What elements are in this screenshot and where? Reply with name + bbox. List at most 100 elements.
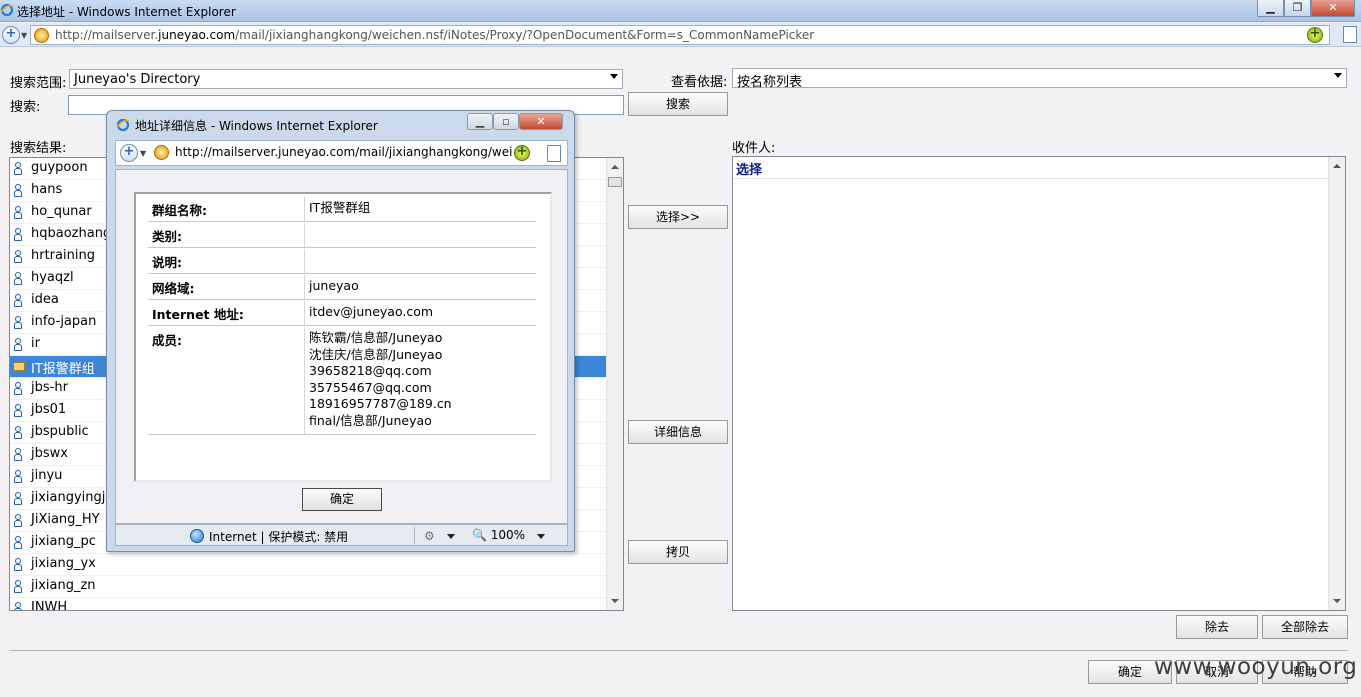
list-item[interactable]: jixiang_zn [10,576,607,598]
scope-label: 搜索范围: [10,76,67,91]
person-icon [14,426,22,439]
history-dropdown-icon[interactable]: ▼ [140,149,146,158]
zoom-level[interactable]: 🔍 100% [472,528,525,542]
site-icon [34,28,49,43]
person-icon [14,404,22,417]
window-title: 选择地址 - Windows Internet Explorer [17,5,236,19]
person-icon [14,470,22,483]
back-arrow-icon: + [5,26,17,41]
remove-all-button[interactable]: 全部除去 [1262,615,1348,639]
divider [9,650,1348,651]
member-item: 35755467@qq.com [309,379,432,395]
site-icon [154,145,169,160]
table-row: 成员: 陈钦霸/信息部/Juneyao 沈佳庆/信息部/Juneyao 3965… [148,327,536,435]
page-icon[interactable] [547,145,561,162]
list-item[interactable]: jixiang_yx [10,554,607,576]
globe-icon [190,529,204,543]
group-icon [13,362,25,371]
view-select[interactable]: 按名称列表 [732,68,1347,90]
recipients-scrollbar[interactable] [1328,157,1345,610]
maximize-button[interactable]: ❐ [1284,0,1311,17]
recipients-label: 收件人: [732,141,776,156]
status-text: Internet | 保护模式: 禁用 [209,530,349,544]
dialog-address-bar[interactable]: + ▼ http://mailserver.juneyao.com/mail/j… [115,140,568,166]
window-titlebar: 选择地址 - Windows Internet Explorer ▁ ❐ ✕ [0,0,1361,22]
compatibility-icon[interactable]: + [1307,26,1323,43]
address-bar: + ▼ http://mailserver.juneyao.com/mail/j… [0,23,1361,47]
table-row: 类别: [148,223,536,248]
scroll-down-icon[interactable] [1333,599,1341,603]
person-icon [14,492,22,505]
member-item: 陈钦霸/信息部/Juneyao [309,330,443,345]
ie-logo-icon [0,3,14,17]
table-row: Internet 地址: itdev@juneyao.com [148,301,536,326]
close-icon: ✕ [1328,1,1338,14]
list-item[interactable]: 选择 [734,158,1330,179]
member-item: 39658218@qq.com [309,363,432,378]
members-list: 陈钦霸/信息部/Juneyao 沈佳庆/信息部/Juneyao 39658218… [309,330,452,429]
scroll-down-icon[interactable] [611,599,619,603]
dialog-content: 群组名称: IT报警群组 类别: 说明: 网络域: juneyao Intern… [115,169,568,524]
view-label: 查看依据: [671,75,728,90]
close-icon: ✕ [536,115,546,128]
back-button[interactable]: + [120,144,138,162]
person-icon [14,250,22,263]
gear-icon[interactable]: ⚙ [424,529,435,543]
results-scrollbar[interactable] [606,158,623,610]
dialog-title: 地址详细信息 - Windows Internet Explorer [135,119,378,133]
ie-logo-icon [116,118,130,132]
close-button[interactable]: ✕ [1311,0,1355,17]
person-icon [14,162,22,175]
url-text[interactable]: http://mailserver.juneyao.com/mail/jixia… [55,28,814,42]
maximize-icon: ❐ [1292,1,1303,14]
person-icon [14,228,22,241]
search-label: 搜索: [10,100,41,115]
minimize-button[interactable]: ▁ [1257,0,1284,17]
scope-select[interactable]: Juneyao's Directory [69,69,623,89]
person-icon [14,316,22,329]
scroll-up-icon[interactable] [1333,164,1341,168]
person-icon [14,206,22,219]
member-item: 18916957787@189.cn [309,396,452,411]
table-row: 群组名称: IT报警群组 [148,197,536,222]
results-label: 搜索结果: [10,141,67,156]
person-icon [14,580,22,593]
person-icon [14,448,22,461]
back-button[interactable]: + [2,26,20,44]
details-table: 群组名称: IT报警群组 类别: 说明: 网络域: juneyao Intern… [134,192,552,482]
scroll-up-icon[interactable] [611,165,619,169]
member-item: final/信息部/Juneyao [309,412,432,428]
dialog-minimize-button[interactable]: ▁ [467,113,493,130]
person-icon [14,382,22,395]
minimize-icon: ▁ [1266,1,1275,14]
chevron-down-icon[interactable] [537,534,545,539]
list-item[interactable]: JNWH [10,598,607,610]
dialog-ok-button[interactable]: 确定 [302,488,382,511]
watermark: www.wooyun.org [1154,654,1358,680]
person-icon [14,338,22,351]
remove-button[interactable]: 除去 [1176,615,1258,639]
history-dropdown-icon[interactable]: ▼ [21,31,27,40]
dialog-url-text[interactable]: http://mailserver.juneyao.com/mail/jixia… [175,145,513,159]
person-icon [14,536,22,549]
person-icon [14,514,22,527]
page-icon[interactable] [1343,26,1357,43]
search-button[interactable]: 搜索 [628,92,728,116]
table-row: 说明: [148,249,536,274]
scroll-thumb[interactable] [608,177,622,187]
compatibility-icon[interactable]: + [514,144,530,161]
chevron-down-icon[interactable] [447,534,455,539]
dialog-maximize-button[interactable]: ▫ [493,113,519,130]
copy-button[interactable]: 拷贝 [628,540,728,564]
person-icon [14,272,22,285]
details-button[interactable]: 详细信息 [628,420,728,444]
person-icon [14,558,22,571]
select-button[interactable]: 选择>> [628,205,728,229]
person-icon [14,602,22,610]
back-arrow-icon: + [123,144,135,159]
recipients-list[interactable]: 选择 [732,156,1346,611]
dialog-close-button[interactable]: ✕ [519,113,563,130]
person-icon [14,294,22,307]
minimize-icon: ▁ [475,115,485,128]
url-field[interactable]: http://mailserver.juneyao.com/mail/jixia… [30,25,1330,45]
